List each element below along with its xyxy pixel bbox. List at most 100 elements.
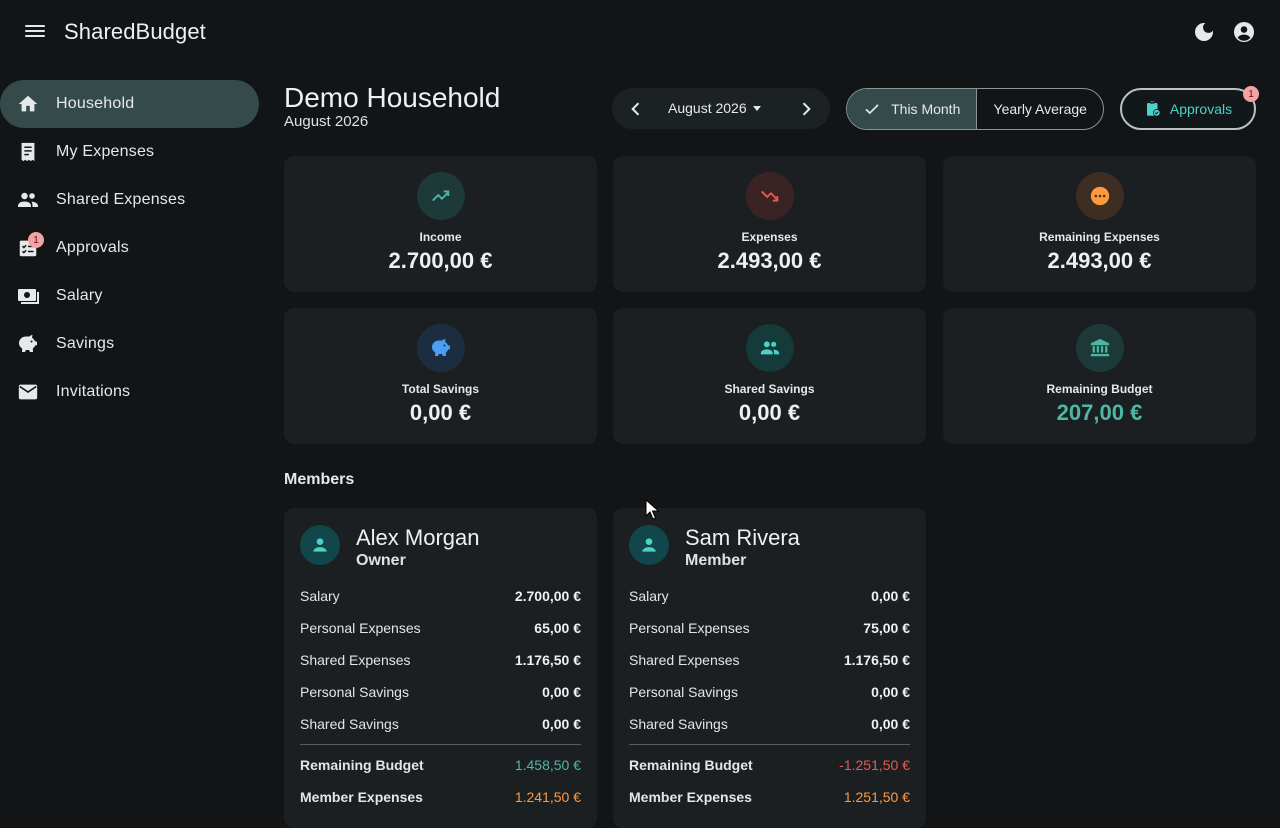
row-label: Personal Savings [300, 684, 409, 700]
stat-label: Total Savings [401, 382, 480, 396]
approvals-button-label: Approvals [1169, 101, 1233, 117]
row-value: 1.241,50 € [514, 789, 581, 805]
member-row-shared-savings: Shared Savings 0,00 € [300, 716, 581, 732]
approvals-button[interactable]: Approvals [1120, 88, 1256, 130]
people-icon [16, 188, 40, 212]
toggle-this-month[interactable]: This Month [847, 89, 978, 129]
account-circle-icon[interactable] [1232, 20, 1256, 44]
mail-icon [16, 380, 40, 404]
sidebar-item-savings[interactable]: Savings [0, 320, 259, 368]
row-value: 1.458,50 € [514, 757, 581, 773]
mouse-cursor-icon [645, 499, 660, 520]
stat-card-remaining-budget: Remaining Budget 207,00 € [943, 308, 1256, 444]
divider [300, 744, 581, 745]
members-section-title: Members [284, 471, 355, 488]
stat-card-expenses: Expenses 2.493,00 € [613, 156, 926, 292]
stat-label: Remaining Budget [1046, 382, 1153, 396]
row-label: Personal Savings [629, 684, 738, 700]
row-value: 0,00 € [871, 588, 910, 604]
stat-card-remaining-expenses: Remaining Expenses 2.493,00 € [943, 156, 1256, 292]
row-label: Remaining Budget [300, 757, 424, 773]
member-row-shared-expenses: Shared Expenses 1.176,50 € [300, 652, 581, 668]
dark-mode-icon[interactable] [1192, 20, 1216, 44]
sidebar-item-salary[interactable]: Salary [0, 272, 259, 320]
page-subtitle: August 2026 [284, 113, 369, 130]
row-value: 1.176,50 € [514, 652, 581, 668]
row-label: Personal Expenses [300, 620, 421, 636]
row-value: 65,00 € [534, 620, 581, 636]
stat-card-total-savings: Total Savings 0,00 € [284, 308, 597, 444]
member-row-salary: Salary 0,00 € [629, 588, 910, 604]
month-picker-dropdown[interactable]: August 2026 [668, 100, 761, 116]
member-row-personal-savings: Personal Savings 0,00 € [629, 684, 910, 700]
sidebar-item-my-expenses[interactable]: My Expenses [0, 128, 259, 176]
sidebar-item-label: Approvals [56, 239, 129, 256]
toggle-yearly-average-label: Yearly Average [993, 101, 1087, 117]
stat-label: Income [419, 230, 462, 244]
sidebar-item-label: Household [56, 95, 135, 112]
row-value: 75,00 € [863, 620, 910, 636]
member-card-alex-morgan: Alex Morgan Owner Salary 2.700,00 € Perso… [284, 508, 597, 828]
chevron-left-icon[interactable] [626, 99, 646, 119]
stat-value: 0,00 € [738, 400, 801, 425]
month-picker: August 2026 [612, 88, 830, 129]
stat-value: 207,00 € [1056, 400, 1143, 425]
sidebar-item-approvals[interactable]: 1 Approvals [0, 224, 259, 272]
sidebar: Household My Expenses Shared Expenses 1 … [0, 80, 260, 416]
member-row-remaining-budget: Remaining Budget 1.458,50 € [300, 757, 581, 773]
stat-label: Expenses [741, 230, 798, 244]
sidebar-item-household[interactable]: Household [0, 80, 259, 128]
trending-down-icon [745, 172, 794, 220]
divider [629, 744, 910, 745]
row-value: 0,00 € [871, 716, 910, 732]
member-row-personal-expenses: Personal Expenses 65,00 € [300, 620, 581, 636]
stat-value: 0,00 € [409, 400, 472, 425]
member-card-sam-rivera: Sam Rivera Member Salary 0,00 € Personal … [613, 508, 926, 828]
row-label: Member Expenses [300, 789, 423, 805]
row-label: Salary [629, 588, 669, 604]
stat-label: Shared Savings [724, 382, 815, 396]
sidebar-item-label: Invitations [56, 383, 131, 400]
stat-card-income: Income 2.700,00 € [284, 156, 597, 292]
row-label: Shared Expenses [300, 652, 411, 668]
sidebar-item-shared-expenses[interactable]: Shared Expenses [0, 176, 259, 224]
row-label: Personal Expenses [629, 620, 750, 636]
approvals-count-badge: 1 [28, 232, 44, 248]
row-label: Member Expenses [629, 789, 752, 805]
member-row-personal-expenses: Personal Expenses 75,00 € [629, 620, 910, 636]
member-row-remaining-budget: Remaining Budget -1.251,50 € [629, 757, 910, 773]
member-role: Owner [356, 552, 406, 569]
toggle-yearly-average[interactable]: Yearly Average [977, 89, 1103, 129]
row-value: 1.176,50 € [843, 652, 910, 668]
sidebar-item-label: My Expenses [56, 143, 155, 160]
pending-icon [1075, 172, 1124, 220]
receipt-icon [16, 140, 40, 164]
row-value: -1.251,50 € [839, 757, 910, 773]
app-title: SharedBudget [64, 19, 206, 44]
home-icon [16, 92, 40, 116]
stat-value: 2.493,00 € [717, 248, 822, 273]
sidebar-item-label: Shared Expenses [56, 191, 186, 208]
member-name: Alex Morgan [356, 525, 480, 550]
avatar [300, 525, 340, 565]
bank-icon [1075, 324, 1124, 372]
toggle-this-month-label: This Month [891, 101, 961, 117]
sidebar-item-label: Salary [56, 287, 103, 304]
row-label: Shared Savings [300, 716, 399, 732]
row-label: Shared Expenses [629, 652, 740, 668]
person-icon [642, 538, 656, 552]
row-label: Remaining Budget [629, 757, 753, 773]
chevron-right-icon[interactable] [796, 99, 816, 119]
avatar [629, 525, 669, 565]
stat-value: 2.493,00 € [1047, 248, 1152, 273]
person-icon [313, 538, 327, 552]
clipboard-check-icon [1146, 101, 1161, 117]
member-name: Sam Rivera [685, 525, 800, 550]
stat-value: 2.700,00 € [388, 248, 493, 273]
check-icon [865, 104, 879, 115]
row-label: Shared Savings [629, 716, 728, 732]
menu-icon[interactable] [24, 22, 46, 42]
member-row-shared-expenses: Shared Expenses 1.176,50 € [629, 652, 910, 668]
approvals-badge: 1 [1243, 86, 1259, 102]
sidebar-item-invitations[interactable]: Invitations [0, 368, 259, 416]
